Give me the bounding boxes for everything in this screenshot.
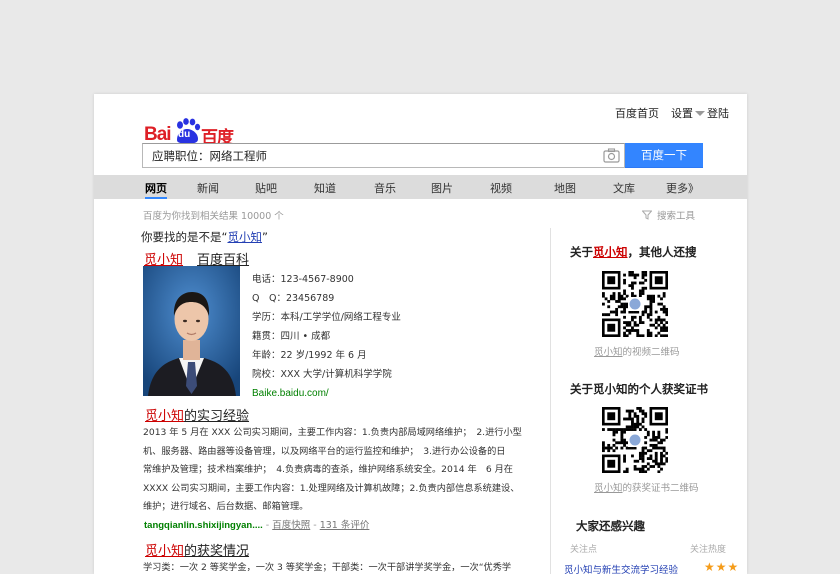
tab-music[interactable]: 音乐 xyxy=(374,180,396,196)
interest-head-left: 关注点 xyxy=(570,545,598,555)
internship-line: XXXX 公司实习期间，主要工作内容：1.处理网络及计算机故障；2.负责内部信息… xyxy=(143,482,520,494)
info-school: 院校：XXX 大学/计算机科学学院 xyxy=(252,369,392,380)
internship-name[interactable]: 觅小知 xyxy=(145,409,184,424)
meta-separator: - xyxy=(310,520,320,531)
certificates-title: 关于觅小知的个人获奖证书 xyxy=(570,382,708,396)
search-input[interactable] xyxy=(143,144,583,167)
interest-title: 大家还感兴趣 xyxy=(576,519,645,533)
tab-tieba[interactable]: 贴吧 xyxy=(255,180,277,196)
home-link[interactable]: 百度首页 xyxy=(615,105,659,121)
internship-line: 2013 年 5 月在 XXX 公司实习期间，主要工作内容：1.负责内部局域网络… xyxy=(143,427,522,438)
info-education: 学历：本科/工学学位/网络工程专业 xyxy=(252,312,401,323)
tab-more[interactable]: 更多》 xyxy=(666,180,699,196)
search-tools[interactable]: 搜索工具 xyxy=(641,208,695,222)
meta-separator: - xyxy=(262,520,273,531)
qr-certificate-caption: 觅小知的获奖证书二维码 xyxy=(594,480,699,494)
top-links: 百度首页 设置 登陆 xyxy=(615,105,729,121)
others-search-title: 关于觅小知，其他人还搜 xyxy=(570,244,697,260)
chevron-down-icon[interactable] xyxy=(695,110,705,116)
column-divider xyxy=(550,228,551,574)
settings-link[interactable]: 设置 xyxy=(671,105,693,121)
suggestion-close-quote: ” xyxy=(261,230,268,244)
filter-icon xyxy=(641,210,652,220)
qr-caption-suffix: 的获奖证书二维码 xyxy=(622,483,699,494)
search-results-page: 百度首页 设置 登陆 Bai du 百度 百度一下 网页 新闻 贴吧 知道 音乐… xyxy=(94,94,747,574)
internship-description: 2013 年 5 月在 XXX 公司实习期间，主要工作内容：1.负责内部局域网络… xyxy=(143,424,543,517)
others-name-link[interactable]: 觅小知 xyxy=(593,245,628,259)
tab-video[interactable]: 视频 xyxy=(490,180,512,196)
awards-name[interactable]: 觅小知 xyxy=(145,544,184,559)
others-suffix: ，其他人还搜 xyxy=(627,245,697,259)
search-box xyxy=(142,143,625,168)
baike-url[interactable]: Baike.baidu.com/ xyxy=(252,384,401,403)
search-button[interactable]: 百度一下 xyxy=(625,143,703,168)
interest-item-link[interactable]: 觅小知与新生交流学习经验 xyxy=(564,562,678,574)
tab-images[interactable]: 图片 xyxy=(431,180,453,196)
profile-photo[interactable] xyxy=(143,266,240,396)
tab-news[interactable]: 新闻 xyxy=(197,180,219,196)
suggestion-link[interactable]: 觅小知 xyxy=(227,230,262,244)
internship-line: 维护；进行域名、后台数据、邮箱管理。 xyxy=(143,501,309,513)
active-tab-indicator xyxy=(145,197,167,199)
info-age: 年龄：22 岁/1992 年 6 月 xyxy=(252,350,367,361)
info-phone: 电话：123-4567-8900 xyxy=(252,274,354,285)
suggestion-prefix: 你要找的是不是 xyxy=(141,230,222,244)
qr-video-caption: 觅小知的视频二维码 xyxy=(594,344,680,358)
baike-info: 电话：123-4567-8900 Q Q：23456789 学历：本科/工学学位… xyxy=(252,270,401,403)
internship-title-suffix: 的实习经验 xyxy=(184,409,250,424)
others-prefix: 关于 xyxy=(570,245,593,259)
baidu-logo[interactable]: Bai du 百度 xyxy=(144,118,244,148)
tab-web[interactable]: 网页 xyxy=(145,180,167,196)
result-source-url[interactable]: tangqianlin.shixijingyan.... xyxy=(144,520,263,531)
info-qq: Q Q：23456789 xyxy=(252,293,335,304)
awards-description: 学习类：一次 2 等奖学金，一次 3 等奖学金；干部类：一次干部讲学奖学金，一次… xyxy=(143,559,543,574)
search-tools-label: 搜索工具 xyxy=(656,211,695,222)
awards-title[interactable]: 觅小知的获奖情况 xyxy=(145,540,249,559)
nav-tabs: 网页 新闻 贴吧 知道 音乐 图片 视频 地图 文库 更多》 xyxy=(94,175,747,199)
tab-zhidao[interactable]: 知道 xyxy=(314,180,336,196)
interest-head-right: 关注热度 xyxy=(689,545,726,555)
logo-text-du: du xyxy=(178,129,191,140)
qr-caption-suffix: 的视频二维码 xyxy=(622,347,680,358)
qr-caption-name[interactable]: 觅小知 xyxy=(594,347,623,358)
reviews-link[interactable]: 131 条评价 xyxy=(320,520,370,531)
snapshot-link[interactable]: 百度快照 xyxy=(272,520,310,531)
qr-code-video[interactable] xyxy=(602,271,668,337)
tab-wenku[interactable]: 文库 xyxy=(613,180,635,196)
camera-icon[interactable] xyxy=(603,148,620,163)
awards-line: 学习类：一次 2 等奖学金，一次 3 等奖学金；干部类：一次干部讲学奖学金，一次… xyxy=(143,562,512,573)
qr-code-certificate[interactable] xyxy=(602,407,668,473)
internship-line: 机、服务器、路由器等设备管理，以及网络平台的运行监控和维护； 3.进行办公设备的… xyxy=(143,445,506,457)
login-link[interactable]: 登陆 xyxy=(707,105,729,121)
spelling-suggestion: 你要找的是不是“觅小知” xyxy=(141,229,268,245)
result-meta: tangqianlin.shixijingyan.... - 百度快照 - 13… xyxy=(144,517,369,531)
result-count: 百度为你找到相关结果 10000 个 xyxy=(143,211,284,222)
tab-map[interactable]: 地图 xyxy=(554,180,576,196)
star-rating: ★★★ xyxy=(704,560,740,574)
awards-title-suffix: 的获奖情况 xyxy=(184,544,250,559)
interest-header: 关注点 关注热度 xyxy=(570,542,726,555)
internship-title[interactable]: 觅小知的实习经验 xyxy=(145,405,249,424)
qr-caption-name[interactable]: 觅小知 xyxy=(594,483,623,494)
internship-line: 常维护及管理；技术档案维护； 4.负责病毒的查杀，维护网络系统安全。2014 年… xyxy=(143,464,513,476)
info-hometown: 籍贯：四川 • 成都 xyxy=(252,331,331,342)
